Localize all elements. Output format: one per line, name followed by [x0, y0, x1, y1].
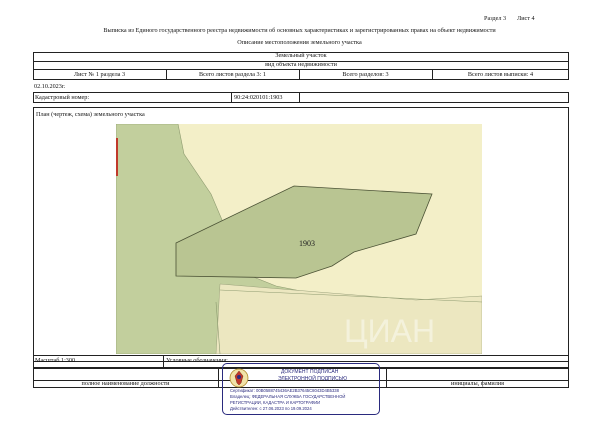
red-mark — [116, 138, 118, 176]
object-kind: Земельный участок — [275, 52, 327, 59]
stamp-owner-1: Владелец: ФЕДЕРАЛЬНАЯ СЛУЖБА ГОСУДАРСТВЕ… — [230, 394, 346, 399]
document-title: Выписка из Единого государственного реес… — [103, 27, 496, 34]
sheet-no: Лист № 1 раздела 3 — [73, 71, 126, 78]
plan-caption: План (чертеж, схема) земельного участка — [36, 111, 145, 118]
stamp-title-2: ЭЛЕКТРОННОЙ ПОДПИСЬЮ — [278, 376, 348, 382]
position-caption: полное наименование должности — [81, 380, 170, 387]
stamp-valid: Действителен: с 27.06.2023 по 19.09.2024 — [230, 406, 312, 411]
stamp-owner-2: РЕГИСТРАЦИИ, КАДАСТРА И КАРТОГРАФИИ — [230, 400, 321, 405]
object-kind-caption: вид объекта недвижимости — [265, 61, 337, 68]
parcel-label: 1903 — [299, 239, 315, 248]
stamp-title-1: ДОКУМЕНТ ПОДПИСАН — [281, 369, 339, 375]
sheets-in-section: Всего листов раздела 3: 1 — [199, 71, 266, 78]
emblem-icon — [229, 368, 249, 388]
scale: Масштаб 1:300 — [35, 357, 76, 364]
cadastral-row — [33, 92, 569, 103]
cadastral-label: Кадастровый номер: — [35, 94, 90, 101]
watermark: ЦИАН — [344, 313, 435, 349]
cadastral-number: 90:24:020101:1903 — [234, 94, 283, 101]
sections-total: Всего разделов: 3 — [342, 71, 389, 78]
e-signature-stamp: ДОКУМЕНТ ПОДПИСАН ЭЛЕКТРОННОЙ ПОДПИСЬЮ С… — [222, 363, 380, 415]
sheet-number: Лист 4 — [517, 15, 535, 22]
issue-date: 02.10.2023г. — [34, 83, 66, 90]
document-subtitle: Описание местоположения земельного участ… — [237, 39, 362, 46]
initials-caption: инициалы, фамилия — [451, 380, 504, 387]
sheets-total: Всего листов выписки: 4 — [467, 71, 534, 78]
parcel-map: 1903 ЦИАН — [116, 124, 482, 354]
legend-symbols: Условные обозначения: — [166, 357, 228, 364]
section-number: Раздел 3 — [484, 15, 507, 22]
stamp-cert: Сертификат: 00B0588745436AE2B37645C8043D… — [230, 388, 339, 393]
